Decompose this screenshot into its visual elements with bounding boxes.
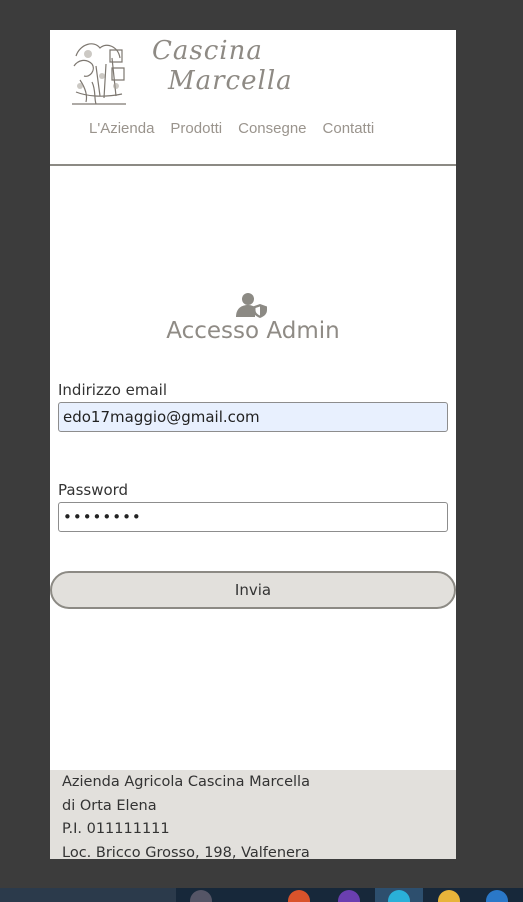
submit-button[interactable]: Invia xyxy=(50,571,456,609)
taskbar-folder-icon[interactable] xyxy=(438,890,460,902)
footer-owner: di Orta Elena xyxy=(62,797,157,814)
password-field[interactable] xyxy=(58,502,448,532)
taskbar-app-icon[interactable] xyxy=(338,890,360,902)
footer-address: Loc. Bricco Grosso, 198, Valfenera xyxy=(62,844,310,860)
brand-line-2: Marcella xyxy=(168,66,293,96)
nav-item-consegne[interactable]: Consegne xyxy=(238,120,306,137)
footer-vat: P.I. 011111111 xyxy=(62,821,170,837)
nav-item-azienda[interactable]: L'Azienda xyxy=(89,120,154,137)
nav-item-contatti[interactable]: Contatti xyxy=(323,120,375,137)
email-field[interactable] xyxy=(58,402,448,432)
email-label: Indirizzo email xyxy=(58,381,168,399)
brand-logo-text[interactable]: Cascina Marcella xyxy=(150,36,293,96)
page-title: Accesso Admin xyxy=(166,318,340,344)
taskbar-search-area[interactable] xyxy=(0,888,176,902)
logo-illustration-icon[interactable] xyxy=(66,36,130,108)
nav-item-prodotti[interactable]: Prodotti xyxy=(170,120,222,137)
brand-line-1: Cascina xyxy=(152,36,263,66)
admin-user-shield-icon xyxy=(236,293,267,318)
taskbar-app-icon[interactable] xyxy=(486,890,508,902)
main-nav: L'Azienda Prodotti Consegne Contatti xyxy=(89,120,374,137)
taskbar-app-icon[interactable] xyxy=(190,890,212,902)
page: Cascina Marcella L'Azienda Prodotti Cons… xyxy=(50,30,456,859)
taskbar-app-icon[interactable] xyxy=(288,890,310,902)
site-footer: Azienda Agricola Cascina Marcella di Ort… xyxy=(50,770,456,859)
os-taskbar xyxy=(0,888,523,902)
footer-company: Azienda Agricola Cascina Marcella xyxy=(62,774,310,790)
password-label: Password xyxy=(58,481,129,499)
site-header: Cascina Marcella L'Azienda Prodotti Cons… xyxy=(50,30,456,166)
